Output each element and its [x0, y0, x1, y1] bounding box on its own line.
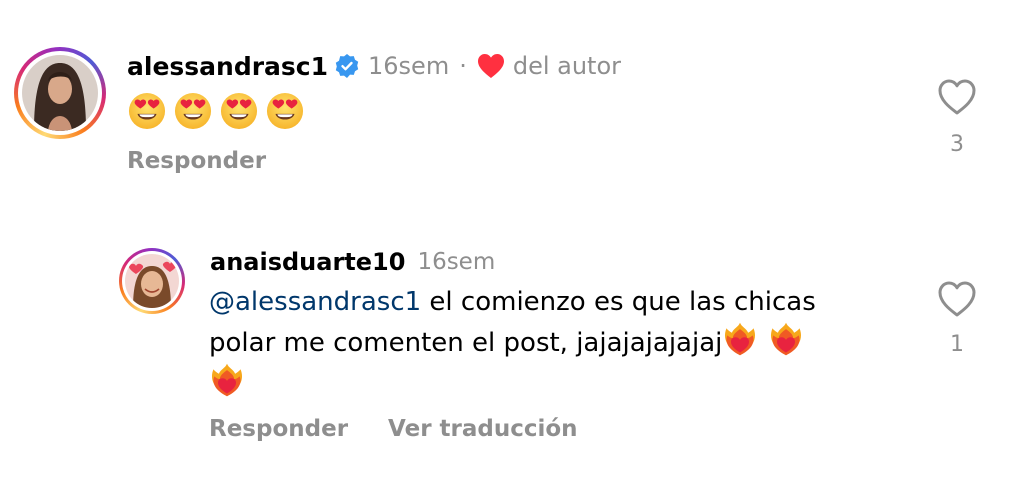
- username[interactable]: anaisduarte10: [210, 248, 405, 276]
- profile-photo: [22, 55, 98, 131]
- comment-text-line1: el comienzo es que las chicas: [421, 287, 816, 317]
- heart-on-fire-emoji-icon: [209, 362, 245, 398]
- heart-on-fire-emoji-icon: [768, 321, 804, 357]
- profile-photo: [125, 254, 179, 308]
- heart-eyes-emoji-icon: [220, 92, 258, 130]
- heart-outline-icon[interactable]: [937, 78, 977, 116]
- author-liked-heart-icon: [477, 53, 505, 79]
- author-liked-label: del autor: [512, 52, 622, 80]
- verified-badge-icon: [334, 53, 360, 79]
- comment-time: 16sem: [417, 249, 496, 275]
- heart-eyes-emoji-icon: [174, 92, 212, 130]
- comment-item: alessandrasc1 16sem · del autor Responde…: [0, 0, 1024, 200]
- like-count: 3: [950, 132, 964, 157]
- comment-header: alessandrasc1 16sem · del autor: [127, 48, 621, 84]
- separator-dot: ·: [459, 52, 467, 80]
- heart-on-fire-emoji-icon: [722, 321, 758, 357]
- heart-outline-icon[interactable]: [937, 280, 977, 318]
- comment-text-line2: polar me comenten el post, jajajajajajaj: [209, 328, 723, 358]
- comment-actions: Responder: [127, 148, 266, 174]
- like-control: 3: [930, 78, 984, 157]
- comment-header: anaisduarte10 16sem: [210, 246, 495, 278]
- translate-button[interactable]: Ver traducción: [388, 416, 578, 442]
- like-control: 1: [930, 280, 984, 357]
- mention-link[interactable]: @alessandrasc1: [209, 287, 421, 317]
- avatar[interactable]: [14, 47, 106, 139]
- username[interactable]: alessandrasc1: [127, 52, 328, 81]
- heart-eyes-emoji-icon: [266, 92, 304, 130]
- comment-text: @alessandrasc1 el comienzo es que las ch…: [209, 284, 909, 403]
- comment-body: [128, 92, 304, 130]
- heart-eyes-emoji-icon: [128, 92, 166, 130]
- comment-actions: Responder Ver traducción: [209, 416, 578, 442]
- like-count: 1: [950, 332, 964, 357]
- comment-time: 16sem: [368, 52, 450, 80]
- reply-button[interactable]: Responder: [209, 416, 348, 442]
- avatar[interactable]: [119, 248, 185, 314]
- reply-button[interactable]: Responder: [127, 148, 266, 174]
